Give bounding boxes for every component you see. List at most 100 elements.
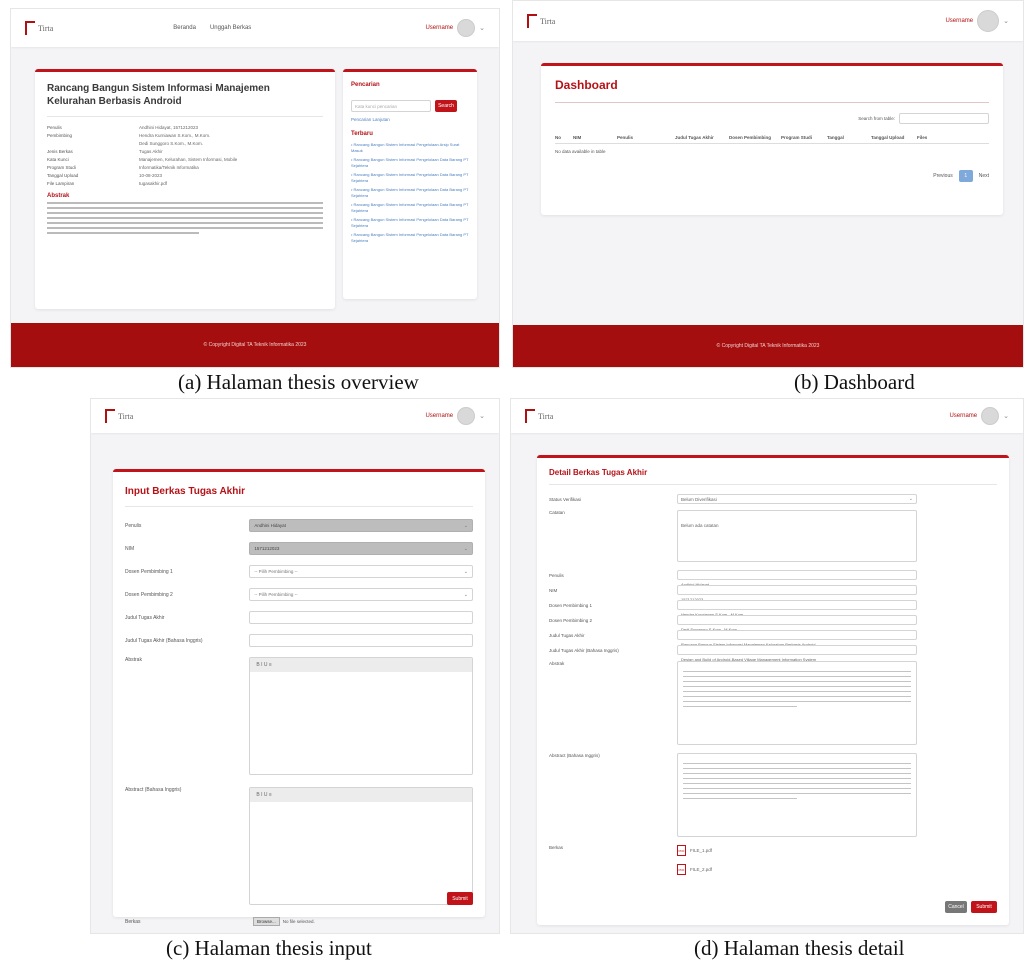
chevron-down-icon: ⌄ bbox=[479, 25, 485, 32]
file-item[interactable]: PDF FILE_1.pdf bbox=[677, 845, 712, 856]
text-input[interactable]: Andhini Hidayat ⌄ bbox=[249, 519, 473, 532]
recent-item-link[interactable]: • Rancang Bangun Sistem Informasi Pengel… bbox=[351, 187, 469, 198]
table-search-label: Search from table: bbox=[858, 116, 895, 121]
screenshot-dashboard: Tirta Username ⌄ Dashboard Search from ta… bbox=[512, 0, 1024, 368]
abstract-line bbox=[683, 792, 911, 794]
user-menu[interactable]: Username ⌄ bbox=[945, 10, 1009, 32]
search-input[interactable]: Kata kunci pencarian bbox=[351, 100, 431, 112]
screenshot-overview: Tirta Beranda Unggah Berkas Username ⌄ Ra… bbox=[10, 8, 500, 368]
user-menu[interactable]: Username ⌄ bbox=[949, 407, 1009, 425]
abstrak-box[interactable] bbox=[677, 661, 917, 745]
field-value[interactable]: Rancang Bangun Sistem Informasi Manajeme… bbox=[677, 630, 917, 647]
nav-unggah[interactable]: Unggah Berkas bbox=[210, 25, 251, 31]
catatan-textarea[interactable]: Belum ada catatan bbox=[677, 510, 917, 562]
meta-value[interactable]: tugasakhir.pdf bbox=[139, 181, 167, 186]
column-header[interactable]: No bbox=[555, 135, 573, 140]
abstract-en-box[interactable] bbox=[677, 753, 917, 837]
abstract-line bbox=[47, 212, 323, 214]
submit-button[interactable]: Submit bbox=[971, 901, 997, 913]
nav-beranda[interactable]: Beranda bbox=[173, 25, 196, 31]
detail-row: Judul Tugas Akhir Rancang Bangun Sistem I… bbox=[549, 630, 997, 647]
pdf-icon: PDF bbox=[677, 864, 686, 875]
user-menu[interactable]: Username ⌄ bbox=[425, 407, 485, 425]
caption-b: (b) Dashboard bbox=[794, 370, 915, 394]
field-label: Judul Tugas Akhir bbox=[549, 632, 585, 638]
field-value[interactable]: 1571212023 bbox=[677, 585, 917, 602]
avatar bbox=[977, 10, 1000, 32]
field-value[interactable]: Hendra Kurniawan S.Kom., M.Kom. bbox=[677, 600, 917, 617]
terbaru-heading: Terbaru bbox=[351, 131, 373, 137]
meta-label: File Lampiran bbox=[47, 180, 75, 186]
column-header[interactable]: Judul Tugas Akhir bbox=[675, 135, 729, 140]
footer: © Copyright Digital TA Teknik Informatik… bbox=[513, 325, 1023, 367]
abstract-line bbox=[683, 772, 911, 774]
thesis-title: Rancang Bangun Sistem Informasi Manajeme… bbox=[47, 83, 270, 107]
app-logo[interactable]: Tirta bbox=[105, 409, 133, 423]
user-menu[interactable]: Username ⌄ bbox=[425, 19, 485, 37]
app-logo[interactable]: Tirta bbox=[527, 14, 555, 28]
column-header[interactable]: Tanggal bbox=[827, 135, 871, 140]
field-label: Judul Tugas Akhir bbox=[125, 614, 165, 621]
recent-item-link[interactable]: • Rancang Bangun Sistem Informasi Pengel… bbox=[351, 232, 469, 243]
app-logo[interactable]: Tirta bbox=[25, 21, 53, 35]
search-button[interactable]: Search bbox=[435, 100, 457, 112]
catatan-label: Catatan bbox=[549, 510, 565, 515]
recent-item-link[interactable]: • Rancang Bangun Sistem Informasi Pengel… bbox=[351, 217, 469, 228]
pdf-icon: PDF bbox=[677, 845, 686, 856]
page-title: Input Berkas Tugas Akhir bbox=[125, 486, 246, 497]
meta-label: Pembimbing bbox=[47, 132, 73, 138]
chevron-down-icon: ⌄ bbox=[1003, 413, 1009, 420]
column-header[interactable]: Tanggal Upload bbox=[871, 135, 917, 140]
abstract-en-editor[interactable]: B I U ≡ bbox=[249, 787, 473, 905]
column-header[interactable]: NIM bbox=[573, 135, 617, 140]
text-input[interactable] bbox=[249, 611, 473, 624]
no-file-text: No file selected. bbox=[282, 919, 315, 924]
pembimbing-select[interactable]: -- Pilih Pembimbing -- ⌄ bbox=[249, 565, 473, 578]
recent-item-link[interactable]: • Rancang Bangun Sistem Informasi Pengel… bbox=[351, 202, 469, 213]
browse-button[interactable]: Browse... bbox=[253, 917, 280, 926]
abstract-line bbox=[47, 227, 323, 229]
file-item[interactable]: PDF FILE_2.pdf bbox=[677, 864, 712, 875]
abstract-line bbox=[683, 767, 911, 769]
table-search-input[interactable] bbox=[899, 113, 989, 124]
abstract-en-label: Abstract (Bahasa Inggris) bbox=[549, 753, 600, 758]
column-header[interactable]: Program Studi bbox=[781, 135, 827, 140]
recent-item-link[interactable]: • Rancang Bangun Sistem Informasi Pengel… bbox=[351, 172, 469, 183]
top-navbar: Tirta Beranda Unggah Berkas Username ⌄ bbox=[11, 9, 499, 47]
text-input[interactable]: 1571212023 ⌄ bbox=[249, 542, 473, 555]
cancel-button[interactable]: Cancel bbox=[945, 901, 967, 913]
meta-label: Tanggal Upload bbox=[47, 172, 79, 178]
submit-button[interactable]: Submit bbox=[447, 892, 473, 905]
editor-toolbar[interactable]: B I U ≡ bbox=[250, 658, 472, 672]
chevron-down-icon: ⌄ bbox=[479, 413, 485, 420]
field-label: Judul Tugas Akhir (Bahasa Inggris) bbox=[125, 637, 203, 644]
field-label: Penulis bbox=[549, 572, 564, 578]
pagination-prev[interactable]: Previous bbox=[933, 173, 952, 179]
field-value[interactable]: Dedi Sunggoro S.Kom., M.Kom. bbox=[677, 615, 917, 632]
app-logo[interactable]: Tirta bbox=[525, 409, 553, 423]
main-nav: Beranda Unggah Berkas bbox=[173, 25, 251, 31]
editor-toolbar[interactable]: B I U ≡ bbox=[250, 788, 472, 802]
abstract-text bbox=[47, 202, 323, 234]
file-list: PDF FILE_1.pdf PDF FILE_2.pdf bbox=[677, 845, 712, 883]
abstract-line bbox=[683, 690, 911, 692]
column-header[interactable]: Dosen Pembimbing bbox=[729, 135, 781, 140]
abstrak-label: Abstrak bbox=[549, 661, 565, 666]
pembimbing-select[interactable]: -- Pilih Pembimbing -- ⌄ bbox=[249, 588, 473, 601]
recent-item-link[interactable]: • Rancang Bangun Sistem Informasi Pengel… bbox=[351, 157, 469, 168]
column-header[interactable]: Files bbox=[917, 135, 937, 140]
advanced-search-link[interactable]: Pencarian Lanjutan bbox=[351, 117, 469, 122]
chevron-down-icon: ⌄ bbox=[463, 591, 468, 598]
field-label: Dosen Pembimbing 1 bbox=[549, 602, 593, 608]
pagination-next[interactable]: Next bbox=[979, 173, 989, 179]
field-value[interactable]: Andhini Hidayat bbox=[677, 570, 917, 587]
pagination-page-1[interactable]: 1 bbox=[958, 170, 973, 182]
text-input[interactable] bbox=[249, 634, 473, 647]
form-row: Judul Tugas Akhir (Bahasa Inggris) bbox=[125, 634, 473, 647]
status-select[interactable]: Belum Diverifikasi ⌄ bbox=[677, 494, 917, 504]
column-header[interactable]: Penulis bbox=[617, 135, 675, 140]
field-value[interactable]: Design and Build of Android-Based Villag… bbox=[677, 645, 917, 662]
abstrak-editor[interactable]: B I U ≡ bbox=[249, 657, 473, 775]
abstract-line bbox=[47, 222, 323, 224]
recent-item-link[interactable]: • Rancang Bangun Sistem Informasi Pengel… bbox=[351, 142, 469, 153]
